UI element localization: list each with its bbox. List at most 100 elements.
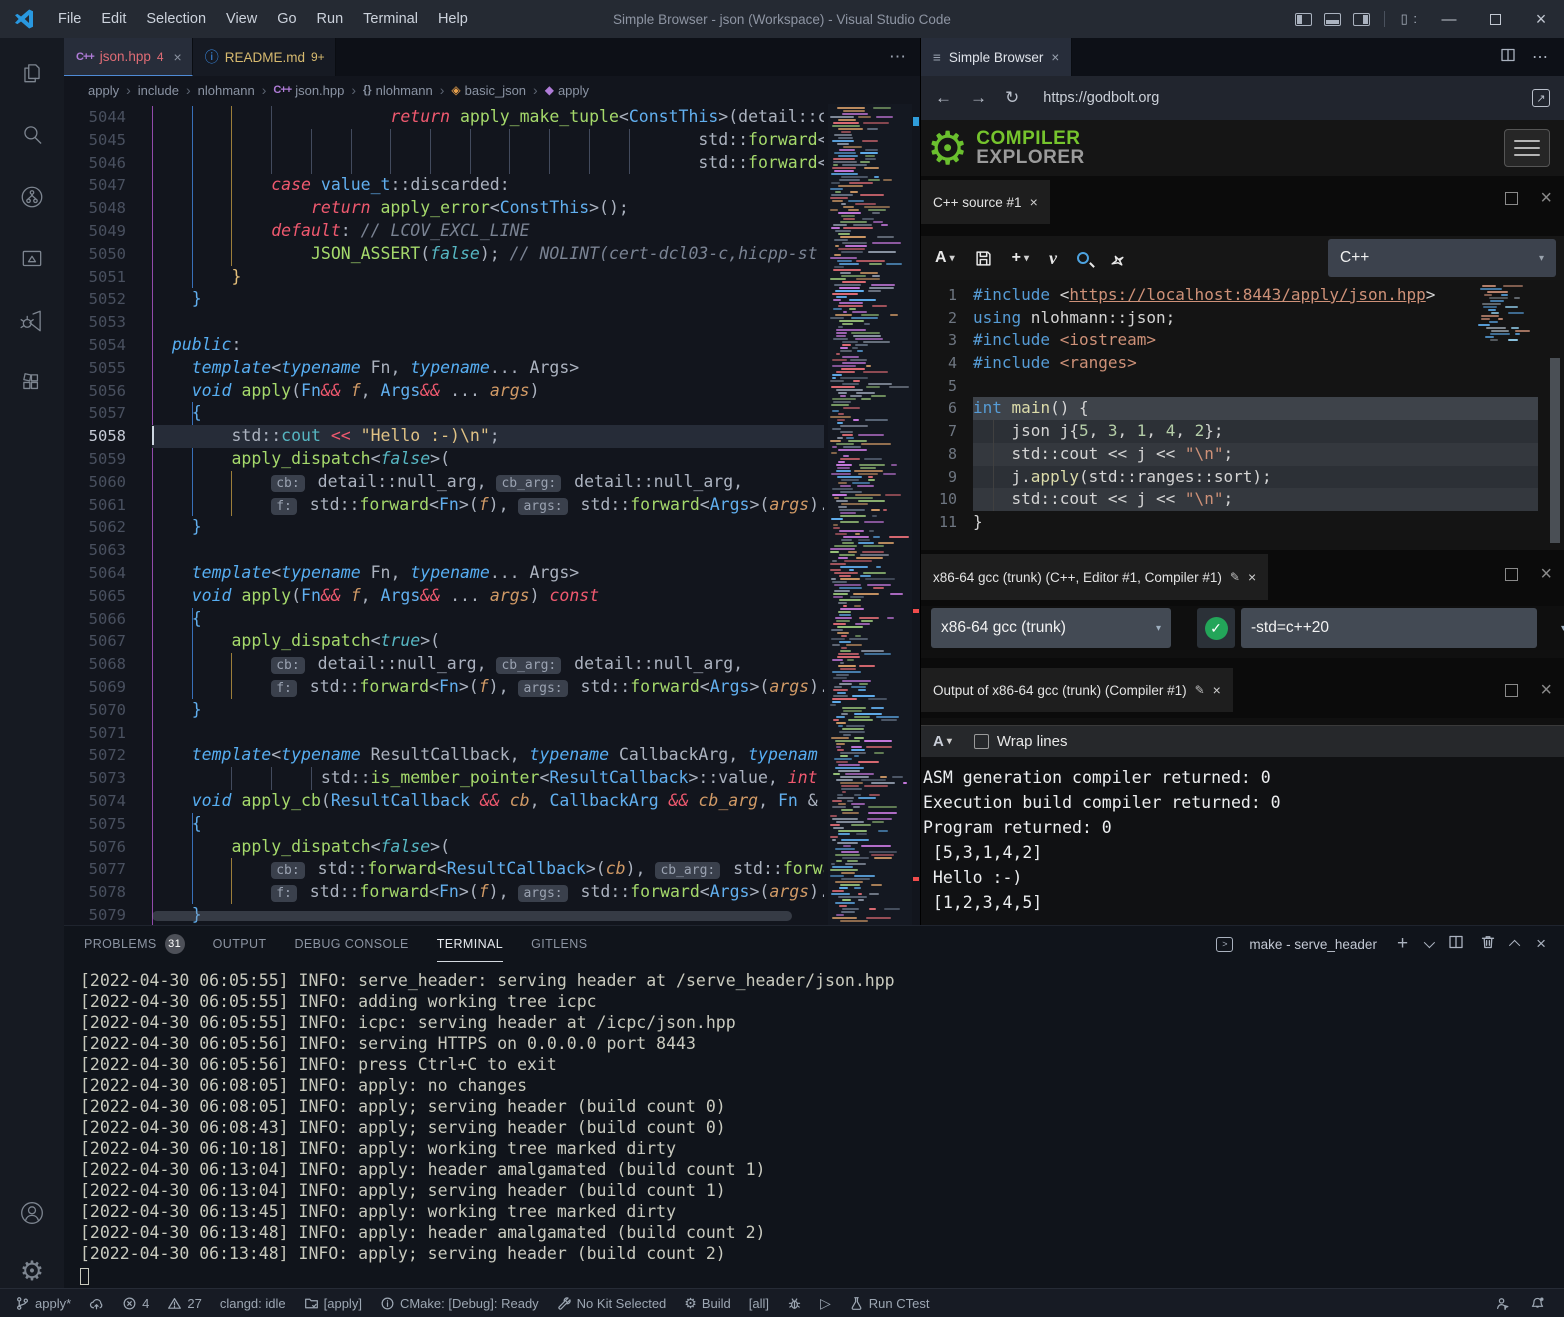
close-icon[interactable]: ×: [1030, 194, 1038, 210]
terminal-title[interactable]: make - serve_header: [1249, 937, 1377, 952]
status-remote-account[interactable]: [1490, 1296, 1515, 1311]
menu-terminal[interactable]: Terminal: [353, 7, 428, 31]
split-terminal-icon[interactable]: [1448, 934, 1464, 954]
breadcrumb-item-include[interactable]: include: [138, 83, 179, 98]
search-icon[interactable]: [0, 112, 64, 158]
code-line[interactable]: 5048 return apply_error<ConstThis>();: [64, 197, 824, 220]
menu-edit[interactable]: Edit: [91, 7, 136, 31]
code-line[interactable]: 5045 std::forward<Res: [64, 129, 824, 152]
code-line[interactable]: 5067 apply_dispatch<true>(: [64, 630, 824, 653]
run-and-debug-icon[interactable]: [0, 298, 64, 344]
toggle-sidebar-icon[interactable]: [1295, 13, 1312, 26]
code-line[interactable]: 5071: [64, 722, 824, 745]
code-editor[interactable]: 5044 return apply_make_tuple<ConstThis>(…: [64, 104, 920, 925]
compiler-select[interactable]: x86-64 gcc (trunk) ▾: [931, 608, 1171, 648]
godbolt-code-line[interactable]: 5: [921, 375, 1564, 398]
code-line[interactable]: 5074 void apply_cb(ResultCallback && cb,…: [64, 790, 824, 813]
godbolt-code-editor[interactable]: 1#include <https://localhost:8443/apply/…: [921, 280, 1564, 550]
vim-mode-icon[interactable]: v: [1049, 248, 1057, 269]
menu-selection[interactable]: Selection: [136, 7, 216, 31]
compiler-options-input[interactable]: -std=c++20: [1241, 608, 1537, 648]
breadcrumb-item-json.hpp[interactable]: C++json.hpp: [273, 83, 344, 98]
status-errors[interactable]: 4: [117, 1296, 154, 1311]
maximize-pane-icon[interactable]: [1505, 192, 1518, 205]
godbolt-code-line[interactable]: 4#include <ranges>: [921, 352, 1564, 375]
breadcrumb-item-apply[interactable]: apply: [88, 83, 119, 98]
tab-json-hpp[interactable]: C++ json.hpp 4 ×: [64, 38, 193, 76]
code-line[interactable]: 5051 }: [64, 266, 824, 289]
code-line[interactable]: 5065 void apply(Fn&& f, Args&& ... args)…: [64, 585, 824, 608]
open-external-icon[interactable]: ↗: [1532, 89, 1550, 107]
cppinsights-icon[interactable]: [1109, 250, 1126, 267]
code-line[interactable]: 5078 f: std::forward<Fn>(f), args: std::…: [64, 881, 824, 904]
terminal-output[interactable]: [2022-04-30 06:05:55] INFO: serve_header…: [80, 970, 1554, 1288]
panel-tab-debug-console[interactable]: DEBUG CONSOLE: [294, 926, 408, 962]
close-icon[interactable]: ×: [1248, 569, 1256, 585]
maximize-pane-icon[interactable]: [1505, 684, 1518, 697]
godbolt-code-line[interactable]: 10 std::cout << j << "\n";: [921, 488, 1564, 511]
status-cmake-kit[interactable]: No Kit Selected: [552, 1296, 672, 1311]
language-select[interactable]: C++ ▾: [1328, 239, 1556, 277]
code-line[interactable]: 5070 }: [64, 699, 824, 722]
code-line[interactable]: 5053: [64, 311, 824, 334]
godbolt-code-line[interactable]: 7 json j{5, 3, 1, 4, 2};: [921, 420, 1564, 443]
godbolt-code-line[interactable]: 6int main() {: [921, 397, 1564, 420]
horizontal-scrollbar[interactable]: [152, 911, 792, 921]
status-cmake-launch[interactable]: ▷: [815, 1295, 836, 1312]
code-line[interactable]: 5056 void apply(Fn&& f, Args&& ... args): [64, 380, 824, 403]
code-line[interactable]: 5068 cb: detail::null_arg, cb_arg: detai…: [64, 653, 824, 676]
panel-tab-problems[interactable]: PROBLEMS31: [84, 926, 185, 962]
godbolt-code-line[interactable]: 11}: [921, 511, 1564, 534]
status-run-ctest[interactable]: Run CTest: [844, 1296, 935, 1311]
customize-layout-icon[interactable]: ▯ :: [1401, 11, 1418, 27]
menu-run[interactable]: Run: [307, 7, 354, 31]
toggle-panel-icon[interactable]: [1324, 13, 1341, 26]
status-cmake-debug[interactable]: [782, 1296, 807, 1311]
code-line[interactable]: 5060 cb: detail::null_arg, cb_arg: detai…: [64, 471, 824, 494]
code-line[interactable]: 5058 std::cout << "Hello :-)\n";: [64, 425, 824, 448]
breadcrumb-item-nlohmann[interactable]: {}nlohmann: [363, 83, 433, 98]
hamburger-menu-icon[interactable]: [1504, 129, 1550, 167]
code-line[interactable]: 5063: [64, 539, 824, 562]
code-line[interactable]: 5059 apply_dispatch<false>(: [64, 448, 824, 471]
close-pane-icon[interactable]: ×: [1540, 192, 1552, 205]
code-line[interactable]: 5064 template<typename Fn, typename... A…: [64, 562, 824, 585]
more-actions-icon[interactable]: ⋯: [889, 47, 906, 67]
code-line[interactable]: 5069 f: std::forward<Fn>(f), args: std::…: [64, 676, 824, 699]
explorer-icon[interactable]: [0, 50, 64, 96]
code-line[interactable]: 5047 case value_t::discarded:: [64, 174, 824, 197]
close-pane-icon[interactable]: ×: [1540, 684, 1552, 697]
code-line[interactable]: 5049 default: // LCOV_EXCL_LINE: [64, 220, 824, 243]
status-sync[interactable]: [84, 1296, 109, 1311]
url-input[interactable]: https://godbolt.org: [1037, 90, 1514, 106]
code-line[interactable]: 5075 {: [64, 813, 824, 836]
accounts-icon[interactable]: [0, 1190, 64, 1236]
minimize-button[interactable]: —: [1426, 0, 1472, 38]
code-line[interactable]: 5052 }: [64, 288, 824, 311]
code-line[interactable]: 5055 template<typename Fn, typename... A…: [64, 357, 824, 380]
save-icon[interactable]: [975, 250, 992, 267]
more-actions-icon[interactable]: ⋯: [1532, 47, 1548, 67]
output-font-size-button[interactable]: A▾: [933, 733, 952, 750]
new-terminal-icon[interactable]: +: [1397, 933, 1408, 955]
minimap[interactable]: [828, 104, 912, 925]
code-line[interactable]: 5057 {: [64, 402, 824, 425]
extensions-icon[interactable]: [0, 360, 64, 406]
maximize-button[interactable]: [1472, 0, 1518, 38]
code-line[interactable]: 5076 apply_dispatch<false>(: [64, 836, 824, 859]
forward-icon[interactable]: →: [970, 88, 987, 108]
breadcrumb-item-basic_json[interactable]: ◈basic_json: [451, 83, 526, 98]
menu-go[interactable]: Go: [267, 7, 306, 31]
godbolt-code-line[interactable]: 3#include <iostream>: [921, 329, 1564, 352]
status-cmake-project[interactable]: [apply]: [299, 1296, 367, 1311]
code-line[interactable]: 5054 public:: [64, 334, 824, 357]
godbolt-scrollbar[interactable]: [1550, 358, 1560, 543]
compiler-tab[interactable]: x86-64 gcc (trunk) (C++, Editor #1, Comp…: [921, 554, 1268, 600]
status-git-branch[interactable]: apply*: [10, 1296, 76, 1311]
close-tab-icon[interactable]: ×: [174, 49, 182, 65]
status-cmake-status[interactable]: CMake: [Debug]: Ready: [375, 1296, 544, 1311]
menu-view[interactable]: View: [216, 7, 267, 31]
status-clangd-status[interactable]: clangd: idle: [215, 1296, 291, 1311]
maximize-panel-icon[interactable]: [1509, 940, 1520, 951]
split-editor-icon[interactable]: [1500, 47, 1516, 68]
